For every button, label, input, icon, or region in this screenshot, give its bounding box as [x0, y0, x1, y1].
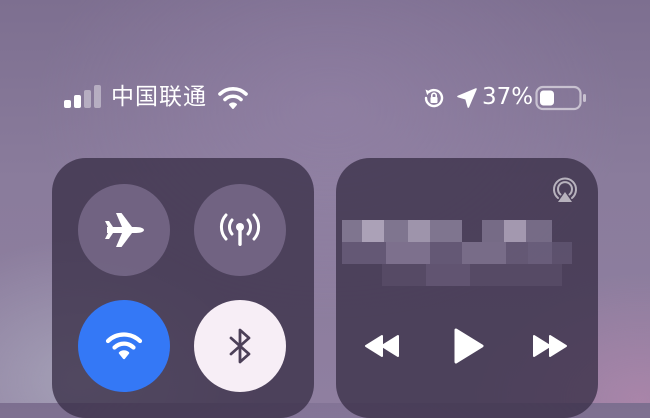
mosaic-block	[386, 242, 430, 264]
now-playing-panel	[336, 158, 598, 418]
battery-icon	[535, 85, 586, 111]
media-controls	[336, 326, 598, 366]
mosaic-block	[528, 242, 572, 264]
wifi-icon	[218, 87, 248, 109]
cellular-data-toggle[interactable]	[194, 184, 286, 276]
wifi-toggle[interactable]	[78, 300, 170, 392]
play-icon[interactable]	[450, 326, 486, 366]
rotation-lock-icon	[424, 88, 444, 108]
mosaic-block	[408, 220, 430, 242]
carrier-name: 中国联通	[111, 84, 207, 110]
mosaic-block	[426, 264, 470, 286]
track-title-mosaic	[342, 218, 572, 290]
status-bar: 中国联通 37%	[0, 0, 650, 111]
bluetooth-icon	[229, 328, 251, 364]
connectivity-panel	[52, 158, 314, 418]
signal-bar	[74, 95, 81, 108]
mosaic-block	[504, 220, 526, 242]
airplane-icon	[105, 213, 144, 247]
mosaic-block	[342, 242, 552, 264]
battery-percentage: 37%	[482, 84, 534, 110]
airplane-mode-toggle[interactable]	[78, 184, 170, 276]
signal-bar	[84, 90, 91, 108]
mosaic-block	[462, 242, 506, 264]
signal-icon	[64, 84, 104, 108]
mosaic-block	[362, 220, 384, 242]
mosaic-block	[342, 220, 462, 242]
bluetooth-toggle[interactable]	[194, 300, 286, 392]
fast-forward-icon[interactable]	[530, 330, 570, 362]
rewind-icon[interactable]	[362, 330, 402, 362]
battery-level-fill	[540, 90, 554, 106]
airplay-icon[interactable]	[550, 176, 580, 206]
location-icon	[457, 88, 477, 108]
signal-bar	[64, 100, 71, 108]
mosaic-block	[382, 264, 562, 286]
wifi-icon	[105, 332, 143, 360]
signal-bar	[94, 85, 101, 108]
cellular-antenna-icon	[219, 213, 261, 246]
